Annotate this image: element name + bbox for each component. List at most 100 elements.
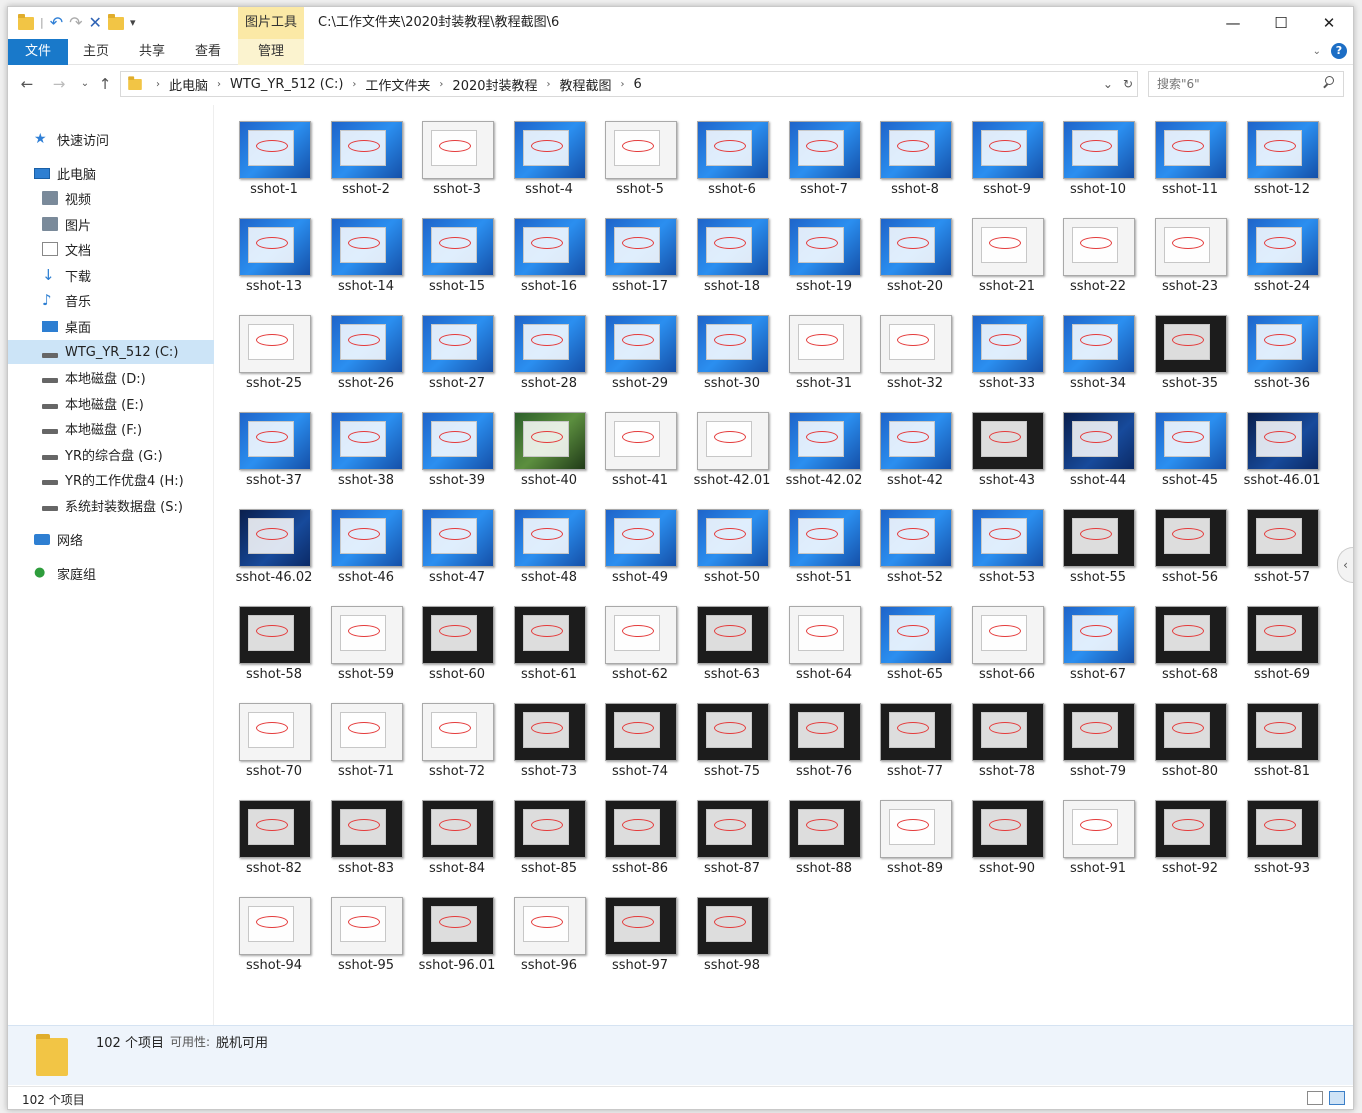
file-item[interactable]: sshot-95 <box>320 885 412 982</box>
file-item[interactable]: sshot-55 <box>1052 497 1144 594</box>
file-item[interactable]: sshot-94 <box>228 885 320 982</box>
file-item[interactable]: sshot-60 <box>411 594 503 691</box>
file-item[interactable]: sshot-82 <box>228 788 320 885</box>
file-item[interactable]: sshot-12 <box>1236 109 1328 206</box>
sidebar-item[interactable]: 本地磁盘 (E:) <box>8 391 214 415</box>
file-item[interactable]: sshot-71 <box>320 691 412 788</box>
file-item[interactable]: sshot-65 <box>869 594 961 691</box>
sidebar-item[interactable]: WTG_YR_512 (C:) <box>8 340 214 364</box>
delete-icon[interactable]: ✕ <box>89 13 102 33</box>
file-item[interactable]: sshot-56 <box>1144 497 1236 594</box>
breadcrumb-this-pc[interactable]: 此电脑 <box>165 75 212 94</box>
file-item[interactable]: sshot-40 <box>503 400 595 497</box>
chevron-right-icon[interactable]: › <box>434 79 448 90</box>
customize-icon[interactable]: ▾ <box>130 13 136 33</box>
file-item[interactable]: sshot-19 <box>778 206 870 303</box>
file-item[interactable]: sshot-44 <box>1052 400 1144 497</box>
file-item[interactable]: sshot-1 <box>228 109 320 206</box>
file-item[interactable]: sshot-76 <box>778 691 870 788</box>
sidebar-item[interactable]: 系统封装数据盘 (S:) <box>8 493 214 517</box>
sidebar-item[interactable]: 网络 <box>8 527 214 551</box>
file-item[interactable]: sshot-85 <box>503 788 595 885</box>
tab-share[interactable]: 共享 <box>124 39 180 65</box>
file-item[interactable]: sshot-77 <box>869 691 961 788</box>
search-icon[interactable] <box>1321 75 1335 89</box>
file-item[interactable]: sshot-27 <box>411 303 503 400</box>
file-item[interactable]: sshot-2 <box>320 109 412 206</box>
file-item[interactable]: sshot-11 <box>1144 109 1236 206</box>
file-item[interactable]: sshot-79 <box>1052 691 1144 788</box>
file-item[interactable]: sshot-58 <box>228 594 320 691</box>
breadcrumb-tutorial[interactable]: 2020封装教程 <box>448 75 541 94</box>
file-item[interactable]: sshot-15 <box>411 206 503 303</box>
file-item[interactable]: sshot-98 <box>686 885 778 982</box>
tab-file[interactable]: 文件 <box>8 39 68 65</box>
file-item[interactable]: sshot-24 <box>1236 206 1328 303</box>
new-folder-icon[interactable] <box>107 13 124 30</box>
sidebar-item[interactable]: ↓ 下载 <box>8 263 214 287</box>
file-item[interactable]: sshot-62 <box>594 594 686 691</box>
file-item[interactable]: sshot-68 <box>1144 594 1236 691</box>
file-item[interactable]: sshot-29 <box>594 303 686 400</box>
file-item[interactable]: sshot-13 <box>228 206 320 303</box>
tab-manage[interactable]: 管理 <box>238 39 304 65</box>
search-input[interactable] <box>1149 72 1309 96</box>
file-item[interactable]: sshot-78 <box>961 691 1053 788</box>
file-item[interactable]: sshot-39 <box>411 400 503 497</box>
file-item[interactable]: sshot-31 <box>778 303 870 400</box>
sidebar-item[interactable]: ● 家庭组 <box>8 561 214 585</box>
file-item[interactable]: sshot-22 <box>1052 206 1144 303</box>
close-button[interactable]: ✕ <box>1305 7 1353 39</box>
file-item[interactable]: sshot-86 <box>594 788 686 885</box>
file-item[interactable]: sshot-33 <box>961 303 1053 400</box>
search-box[interactable] <box>1148 71 1344 97</box>
file-item[interactable]: sshot-7 <box>778 109 870 206</box>
file-item[interactable]: sshot-18 <box>686 206 778 303</box>
breadcrumb-work-folder[interactable]: 工作文件夹 <box>361 75 434 94</box>
sidebar-item[interactable]: ♪ 音乐 <box>8 288 214 312</box>
forward-button[interactable]: → <box>48 73 70 95</box>
details-view-icon[interactable] <box>1307 1091 1323 1105</box>
sidebar-item[interactable]: 桌面 <box>8 314 214 338</box>
file-item[interactable]: sshot-46.02 <box>228 497 320 594</box>
file-item[interactable]: sshot-83 <box>320 788 412 885</box>
tab-home[interactable]: 主页 <box>68 39 124 65</box>
recent-locations-button[interactable]: ⌄ <box>74 73 96 95</box>
file-item[interactable]: sshot-61 <box>503 594 595 691</box>
file-item[interactable]: sshot-69 <box>1236 594 1328 691</box>
file-item[interactable]: sshot-53 <box>961 497 1053 594</box>
sidebar-item[interactable]: YR的综合盘 (G:) <box>8 442 214 466</box>
sidebar-item[interactable]: 图片 <box>8 212 214 236</box>
file-item[interactable]: sshot-67 <box>1052 594 1144 691</box>
expand-ribbon-icon[interactable]: ⌄ <box>1313 46 1321 57</box>
file-item[interactable]: sshot-3 <box>411 109 503 206</box>
file-item[interactable]: sshot-96 <box>503 885 595 982</box>
file-item[interactable]: sshot-32 <box>869 303 961 400</box>
history-dropdown-icon[interactable]: ⌄ <box>1103 77 1113 91</box>
file-item[interactable]: sshot-96.01 <box>411 885 503 982</box>
file-item[interactable]: sshot-5 <box>594 109 686 206</box>
file-item[interactable]: sshot-57 <box>1236 497 1328 594</box>
file-item[interactable]: sshot-42 <box>869 400 961 497</box>
chevron-right-icon[interactable]: › <box>347 79 361 90</box>
file-item[interactable]: sshot-16 <box>503 206 595 303</box>
file-item[interactable]: sshot-88 <box>778 788 870 885</box>
file-item[interactable]: sshot-90 <box>961 788 1053 885</box>
file-item[interactable]: sshot-36 <box>1236 303 1328 400</box>
file-item[interactable]: sshot-30 <box>686 303 778 400</box>
file-item[interactable]: sshot-50 <box>686 497 778 594</box>
file-item[interactable]: sshot-97 <box>594 885 686 982</box>
file-item[interactable]: sshot-9 <box>961 109 1053 206</box>
chevron-right-icon[interactable]: › <box>212 79 226 90</box>
breadcrumb-current[interactable]: 6 <box>630 77 646 92</box>
file-item[interactable]: sshot-59 <box>320 594 412 691</box>
file-item[interactable]: sshot-63 <box>686 594 778 691</box>
file-item[interactable]: sshot-93 <box>1236 788 1328 885</box>
chevron-right-icon[interactable]: › <box>616 79 630 90</box>
breadcrumb-drive[interactable]: WTG_YR_512 (C:) <box>226 77 347 92</box>
sidebar-item[interactable]: YR的工作优盘4 (H:) <box>8 467 214 491</box>
file-item[interactable]: sshot-26 <box>320 303 412 400</box>
file-item[interactable]: sshot-75 <box>686 691 778 788</box>
file-item[interactable]: sshot-84 <box>411 788 503 885</box>
file-item[interactable]: sshot-14 <box>320 206 412 303</box>
